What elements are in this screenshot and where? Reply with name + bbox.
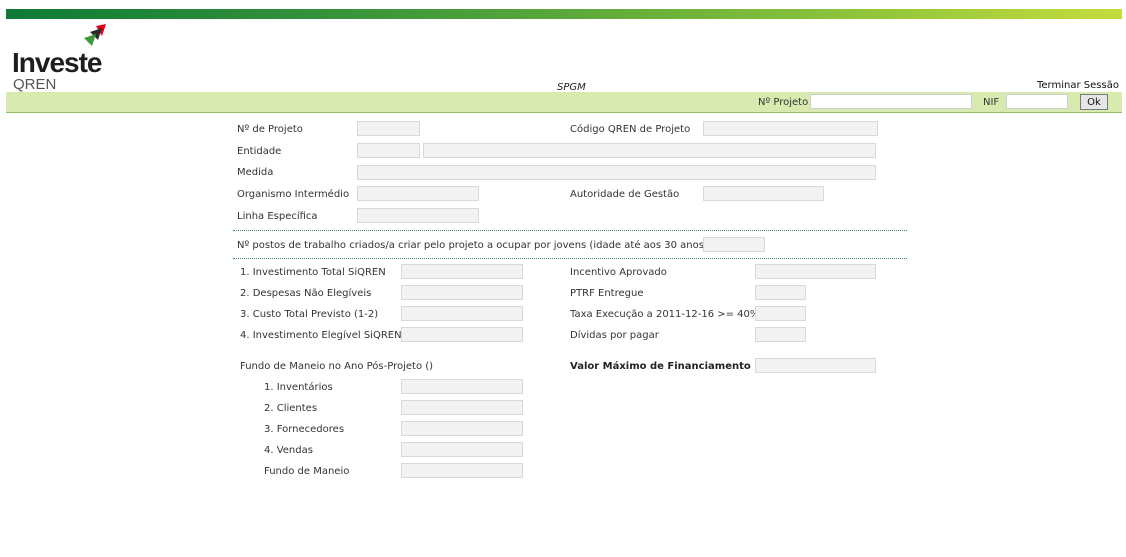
separator <box>233 230 907 231</box>
total-cost-field[interactable] <box>401 306 523 321</box>
suppliers-field[interactable] <box>401 421 523 436</box>
debts-field[interactable] <box>755 327 806 342</box>
measure-field[interactable] <box>357 165 876 180</box>
working-capital-total-field[interactable] <box>401 463 523 478</box>
max-financing-label: Valor Máximo de Financiamento <box>570 361 751 372</box>
youth-jobs-field[interactable] <box>703 237 765 252</box>
eligible-investment-label: 4. Investimento Elegível SiQREN <box>240 330 402 341</box>
sales-label: 4. Vendas <box>264 445 313 456</box>
management-field[interactable] <box>703 186 824 201</box>
measure-label: Medida <box>237 167 274 178</box>
search-project-input[interactable] <box>810 94 972 109</box>
qren-code-label: Código QREN de Projeto <box>570 124 691 135</box>
logout-link[interactable]: Terminar Sessão <box>1037 80 1119 91</box>
project-number-field[interactable] <box>357 121 420 136</box>
eligible-investment-field[interactable] <box>401 327 523 342</box>
clients-label: 2. Clientes <box>264 403 318 414</box>
total-cost-label: 3. Custo Total Previsto (1-2) <box>240 309 379 320</box>
specific-line-label: Linha Específica <box>237 211 318 222</box>
separator <box>233 258 907 259</box>
working-capital-title: Fundo de Maneio no Ano Pós-Projeto () <box>240 361 434 372</box>
clients-field[interactable] <box>401 400 523 415</box>
approved-incentive-field[interactable] <box>755 264 876 279</box>
total-investment-label: 1. Investimento Total SiQREN <box>240 267 386 278</box>
sales-field[interactable] <box>401 442 523 457</box>
ptrf-field[interactable] <box>755 285 806 300</box>
inventory-field[interactable] <box>401 379 523 394</box>
non-eligible-label: 2. Despesas Não Elegíveis <box>240 288 372 299</box>
ok-button[interactable]: Ok <box>1080 94 1108 110</box>
entity-name-field[interactable] <box>423 143 876 158</box>
intermediate-label: Organismo Intermédio <box>237 189 350 200</box>
ptrf-label: PTRF Entregue <box>570 288 644 299</box>
entity-code-field[interactable] <box>357 143 420 158</box>
qren-code-field[interactable] <box>703 121 878 136</box>
search-project-label: Nº Projeto <box>758 97 809 108</box>
top-brand-bar <box>6 9 1122 19</box>
logo-sub: QREN <box>13 76 57 93</box>
search-nif-input[interactable] <box>1006 94 1068 109</box>
logo-word: Investe <box>12 47 102 78</box>
working-capital-total-label: Fundo de Maneio <box>264 466 350 477</box>
total-investment-field[interactable] <box>401 264 523 279</box>
investe-qren-logo: Investe QREN <box>12 24 122 94</box>
management-label: Autoridade de Gestão <box>570 189 680 200</box>
intermediate-field[interactable] <box>357 186 479 201</box>
inventory-label: 1. Inventários <box>264 382 333 393</box>
execution-rate-label: Taxa Execução a 2011-12-16 >= 40% <box>570 309 760 320</box>
debts-label: Dívidas por pagar <box>570 330 659 341</box>
project-number-label: Nº de Projeto <box>237 124 303 135</box>
search-nif-label: NIF <box>983 97 1000 108</box>
max-financing-field[interactable] <box>755 358 876 373</box>
approved-incentive-label: Incentivo Aprovado <box>570 267 667 278</box>
suppliers-label: 3. Fornecedores <box>264 424 345 435</box>
non-eligible-field[interactable] <box>401 285 523 300</box>
entity-label: Entidade <box>237 146 282 157</box>
youth-jobs-label: Nº postos de trabalho criados/a criar pe… <box>237 240 708 251</box>
specific-line-field[interactable] <box>357 208 479 223</box>
execution-rate-field[interactable] <box>755 306 806 321</box>
